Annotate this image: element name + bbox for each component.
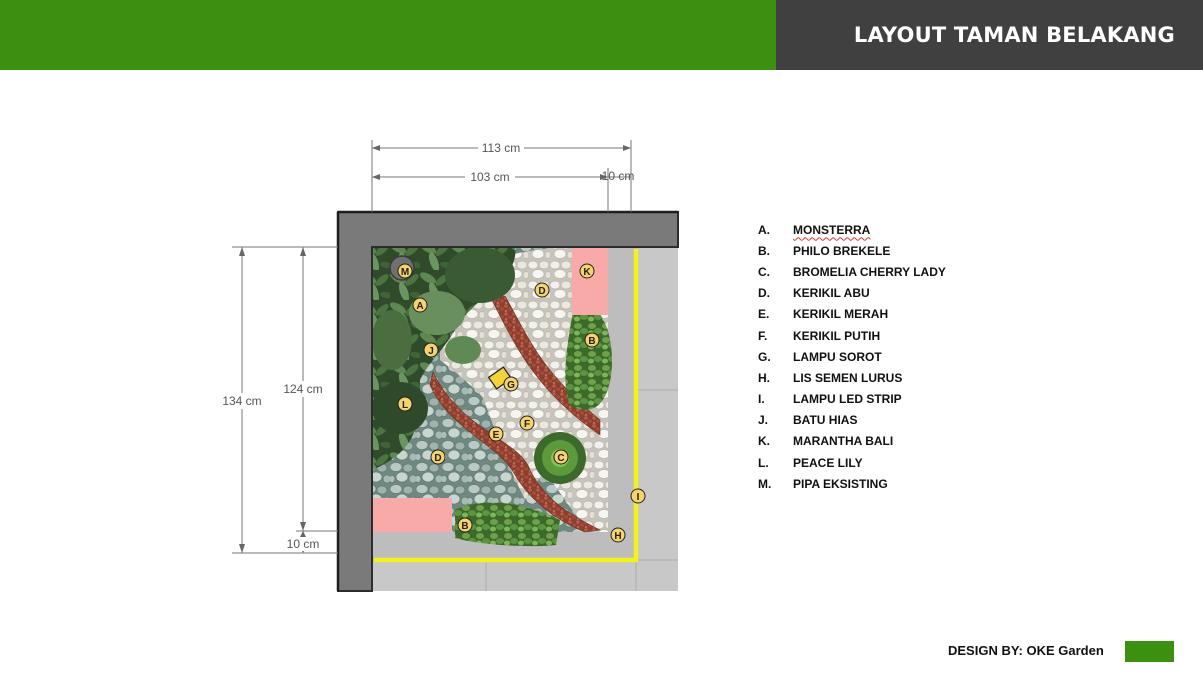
legend-letter: L. (758, 455, 769, 470)
marker-a: A (412, 297, 428, 313)
legend-name: KERIKIL MERAH (793, 307, 889, 322)
marker-e: E (488, 426, 504, 442)
legend-item: L. PEACE LILY (758, 452, 1018, 473)
legend-item: F. KERIKIL PUTIH (758, 325, 1018, 346)
svg-text:B: B (588, 336, 595, 347)
legend-item: J. BATU HIAS (758, 410, 1018, 431)
marantha-bali-bottom (372, 498, 452, 532)
marker-c: C (553, 449, 569, 465)
svg-text:E: E (493, 430, 500, 441)
legend-name: LIS SEMEN LURUS (793, 370, 903, 385)
legend-letter: B. (758, 243, 770, 258)
svg-text:A: A (416, 301, 423, 312)
legend-letter: J. (758, 413, 769, 428)
dim-top-total: 113 cm (482, 141, 520, 155)
svg-text:J: J (428, 346, 434, 357)
marker-b-bottom: B (457, 517, 473, 533)
legend-name: MONSTERRA (793, 222, 871, 237)
garden-plan-drawing: 113 cm 103 cm 10 cm 134 cm 124 cm 10 cm … (218, 140, 679, 592)
legend-letter: C. (758, 264, 770, 279)
legend-item: H. LIS SEMEN LURUS (758, 367, 1018, 388)
svg-text:I: I (637, 492, 640, 503)
marker-i: I (630, 488, 646, 504)
legend-letter: A. (758, 222, 770, 237)
marker-l: L (397, 396, 413, 412)
dim-left-inner: 124 cm (283, 382, 322, 396)
marker-b-right: B (584, 332, 600, 348)
dim-top-inner: 103 cm (470, 170, 509, 184)
legend-letter: G. (758, 349, 771, 364)
svg-text:G: G (507, 380, 515, 391)
legend: A. MONSTERRA B. PHILO BREKELE C. BROMELIA CHE… (758, 219, 1018, 494)
legend-name: KERIKIL PUTIH (793, 328, 881, 343)
marker-m: M (397, 263, 413, 279)
legend-letter: H. (758, 370, 770, 385)
legend-item: B. PHILO BREKELE (758, 240, 1018, 261)
legend-item: I. LAMPU LED STRIP (758, 389, 1018, 410)
svg-text:H: H (614, 531, 621, 542)
svg-text:L: L (402, 400, 408, 411)
legend-name: BATU HIAS (793, 413, 858, 428)
marantha-bali-top (572, 247, 608, 315)
legend-item: D. KERIKIL ABU (758, 283, 1018, 304)
marker-h: H (610, 527, 626, 543)
svg-text:B: B (461, 521, 468, 532)
legend-letter: F. (758, 328, 768, 343)
legend-name: PIPA EKSISTING (793, 476, 888, 491)
legend-item: E. KERIKIL MERAH (758, 304, 1018, 325)
legend-letter: I. (758, 392, 765, 407)
legend-name: PHILO BREKELE (793, 243, 891, 258)
legend-letter: M. (758, 476, 772, 491)
legend-item: A. MONSTERRA (758, 219, 1018, 240)
marker-d-bottom: D (430, 449, 446, 465)
brand-swatch (1125, 641, 1174, 662)
legend-item: K. MARANTHA BALI (758, 431, 1018, 452)
design-credit: DESIGN BY: OKE Garden (948, 643, 1104, 658)
legend-name: MARANTHA BALI (793, 434, 894, 449)
svg-text:C: C (557, 453, 564, 464)
svg-text:D: D (538, 286, 545, 297)
legend-item: G. LAMPU SOROT (758, 346, 1018, 367)
legend-name: LAMPU LED STRIP (793, 392, 902, 407)
marker-j: J (423, 342, 439, 358)
legend-item: C. BROMELIA CHERRY LADY (758, 261, 1018, 282)
marker-d-top: D (534, 282, 550, 298)
legend-letter: D. (758, 286, 770, 301)
dim-left-total: 134 cm (222, 394, 261, 408)
svg-text:K: K (583, 267, 591, 278)
dim-top-right: 10 cm (602, 169, 635, 183)
svg-text:D: D (434, 453, 441, 464)
marker-k: K (579, 263, 595, 279)
svg-text:F: F (524, 419, 530, 430)
svg-text:M: M (401, 267, 409, 278)
legend-name: BROMELIA CHERRY LADY (793, 264, 946, 279)
legend-name: KERIKIL ABU (793, 286, 870, 301)
legend-name: LAMPU SOROT (793, 349, 882, 364)
dim-left-bottom: 10 cm (287, 537, 320, 551)
marker-g: G (503, 376, 519, 392)
legend-letter: E. (758, 307, 770, 322)
legend-item: M. PIPA EKSISTING (758, 473, 1018, 494)
legend-letter: K. (758, 434, 770, 449)
marker-f: F (519, 415, 535, 431)
legend-name: PEACE LILY (793, 455, 863, 470)
